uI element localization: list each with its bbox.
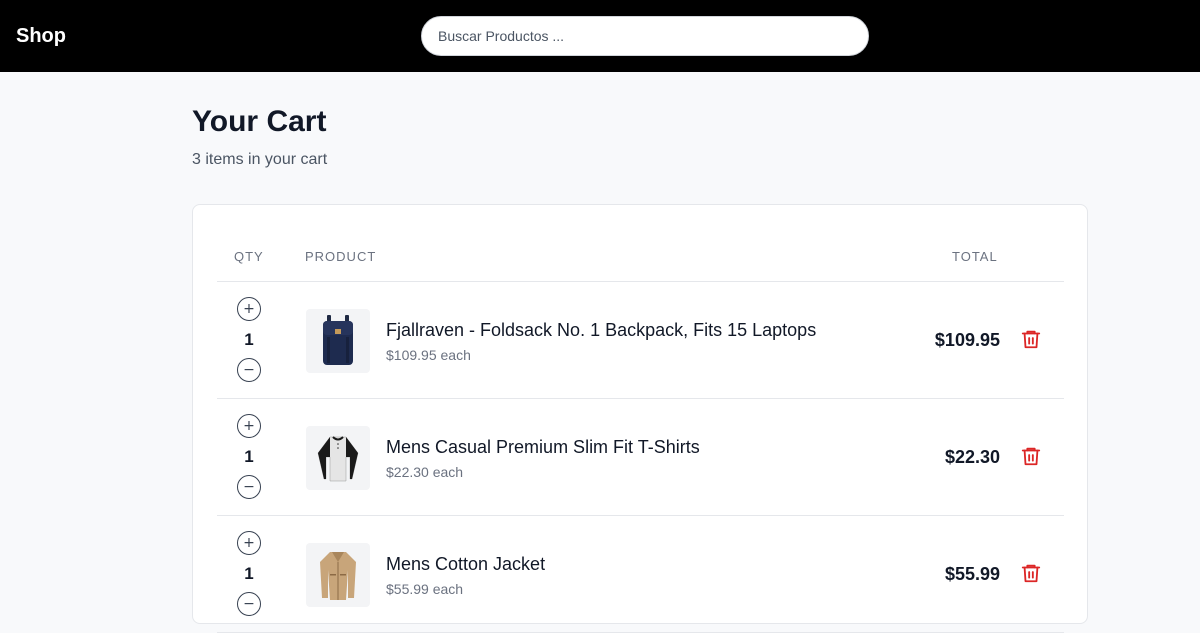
cart-row: + 1 − Fjallraven - Foldsack No. 1 Backpa…: [217, 282, 1064, 399]
backpack-image: [323, 315, 353, 365]
increase-quantity-button[interactable]: +: [237, 414, 261, 438]
decrease-quantity-button[interactable]: −: [237, 358, 261, 382]
line-total: $55.99: [944, 564, 1000, 584]
tshirt-image: [317, 436, 359, 482]
line-total: $22.30: [944, 447, 1000, 467]
trash-icon[interactable]: [1020, 562, 1042, 584]
product-name[interactable]: Mens Cotton Jacket: [386, 553, 545, 575]
cart-table: QTY PRODUCT TOTAL + 1 − Fjallraven - Fol…: [192, 204, 1088, 633]
product-unit-price: $55.99 each: [386, 581, 464, 597]
product-name[interactable]: Mens Casual Premium Slim Fit T-Shirts: [386, 436, 700, 458]
product-image-tshirt[interactable]: [306, 426, 370, 490]
column-header-qty: QTY: [234, 249, 264, 264]
product-name[interactable]: Fjallraven - Foldsack No. 1 Backpack, Fi…: [386, 319, 816, 341]
jacket-image: [320, 552, 356, 600]
product-image-backpack[interactable]: [306, 309, 370, 373]
search-input[interactable]: [421, 16, 869, 56]
top-navbar: Shop: [0, 0, 1200, 72]
cart-item-count: 3 items in your cart: [192, 151, 328, 168]
product-unit-price: $22.30 each: [386, 464, 464, 480]
column-header-total: TOTAL: [952, 249, 998, 264]
cart-row: + 1 − Mens Casual Premium Slim Fit T-Shi…: [217, 399, 1064, 516]
trash-icon[interactable]: [1020, 328, 1042, 350]
quantity-value: 1: [244, 447, 254, 466]
decrease-quantity-button[interactable]: −: [237, 475, 261, 499]
page-title: Your Cart: [192, 105, 327, 138]
column-header-product: PRODUCT: [305, 249, 377, 264]
product-unit-price: $109.95 each: [386, 347, 471, 363]
cart-row: + 1 − Mens Cotton Jacket $55.99 each $55…: [217, 516, 1064, 633]
increase-quantity-button[interactable]: +: [237, 297, 261, 321]
product-image-jacket[interactable]: [306, 543, 370, 607]
decrease-quantity-button[interactable]: −: [237, 592, 261, 616]
line-total: $109.95: [934, 330, 1000, 350]
quantity-value: 1: [244, 564, 254, 583]
brand-logo[interactable]: Shop: [16, 24, 66, 48]
trash-icon[interactable]: [1020, 445, 1042, 467]
increase-quantity-button[interactable]: +: [237, 531, 261, 555]
quantity-value: 1: [244, 330, 254, 349]
